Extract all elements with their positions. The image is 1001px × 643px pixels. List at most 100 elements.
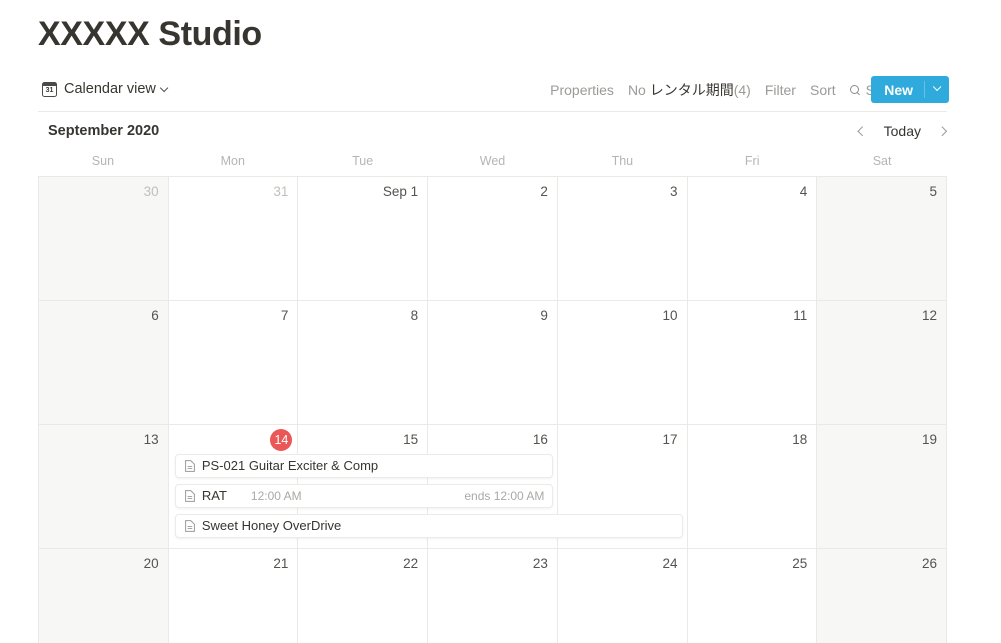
- previous-month-button[interactable]: [850, 119, 874, 143]
- calendar-day-cell[interactable]: 10: [557, 301, 688, 425]
- day-number: 9: [540, 308, 548, 323]
- day-number: 17: [662, 432, 678, 447]
- calendar-event-title: PS-021 Guitar Exciter & Comp: [201, 458, 379, 473]
- search-icon: [849, 84, 861, 96]
- calendar-day-cell[interactable]: 23: [428, 549, 558, 643]
- calendar-day-cell[interactable]: 2: [428, 177, 558, 301]
- view-tab-label: Calendar view: [64, 81, 156, 97]
- filter-chip-prefix: No: [627, 82, 650, 98]
- new-button-label: New: [884, 81, 913, 98]
- day-number: Sep 1: [382, 184, 419, 199]
- toolbar: 31 Calendar view Properties No レンタル期間(4)…: [0, 74, 1001, 106]
- filter-chip-count: (4): [733, 82, 751, 98]
- filter-chip-rental-period[interactable]: No レンタル期間(4): [621, 76, 758, 104]
- calendar-day-cell[interactable]: 3: [557, 177, 688, 301]
- calendar-week-row: 30 31 Sep 1 2 3 4 5: [39, 177, 947, 301]
- weekday-label-sun: Sun: [91, 154, 115, 168]
- chevron-right-icon: [936, 126, 947, 136]
- view-tab-calendar[interactable]: 31 Calendar view: [38, 76, 168, 102]
- filter-button[interactable]: Filter: [758, 76, 803, 104]
- day-number: 22: [403, 556, 419, 571]
- calendar-day-cell[interactable]: 5: [817, 177, 947, 301]
- calendar-day-cell[interactable]: 25: [687, 549, 818, 643]
- calendar-event[interactable]: RAT 12:00 AM ends 12:00 AM: [174, 484, 554, 508]
- weekday-label-tue: Tue: [352, 154, 374, 168]
- calendar-week-row: 6 7 8 9 10 11 12: [39, 301, 947, 425]
- weekday-label-thu: Thu: [611, 154, 634, 168]
- weekday-label-sat: Sat: [872, 154, 892, 168]
- document-icon: [184, 490, 195, 502]
- calendar-day-cell[interactable]: 6: [39, 301, 169, 425]
- weekday-label-mon: Mon: [220, 154, 245, 168]
- calendar-grid: 30 31 Sep 1 2 3 4 5 6 7 8 9 10 11 12 13 14 15 16 17 18 19 20 2…: [38, 176, 947, 643]
- calendar-day-cell[interactable]: 13: [39, 425, 169, 549]
- day-number: 8: [410, 308, 419, 323]
- today-date-badge: 14: [270, 429, 293, 451]
- day-number: 26: [921, 556, 937, 571]
- day-number: 16: [532, 432, 548, 447]
- day-number: 15: [403, 432, 419, 447]
- day-number: 23: [532, 556, 548, 571]
- new-button[interactable]: New: [871, 76, 949, 103]
- day-number: 10: [662, 308, 678, 323]
- calendar-day-cell[interactable]: 11: [687, 301, 818, 425]
- calendar-day-cell[interactable]: 19: [817, 425, 947, 549]
- calendar-event[interactable]: Sweet Honey OverDrive: [174, 514, 684, 538]
- calendar-event[interactable]: PS-021 Guitar Exciter & Comp: [174, 454, 554, 478]
- calendar-day-cell[interactable]: 12: [817, 301, 947, 425]
- document-icon: [184, 460, 195, 472]
- calendar-event-title: Sweet Honey OverDrive: [201, 518, 342, 533]
- today-button[interactable]: Today: [876, 118, 929, 144]
- calendar-day-cell[interactable]: 18: [687, 425, 818, 549]
- day-number: 11: [793, 308, 808, 323]
- calendar-day-cell[interactable]: 9: [428, 301, 558, 425]
- day-number: 24: [662, 556, 678, 571]
- sort-button[interactable]: Sort: [803, 76, 843, 104]
- filter-chip-name: レンタル期間: [649, 82, 734, 98]
- day-number: 21: [273, 556, 289, 571]
- calendar-day-cell[interactable]: 30: [39, 177, 169, 301]
- calendar-event-title: RAT: [201, 488, 227, 503]
- day-number: 31: [273, 184, 289, 199]
- day-number: 3: [670, 184, 678, 199]
- month-label: September 2020: [48, 123, 160, 139]
- calendar-day-cell[interactable]: 4: [687, 177, 818, 301]
- day-number: 2: [540, 184, 548, 199]
- calendar-day-cell[interactable]: 31: [168, 177, 299, 301]
- day-number: 13: [143, 432, 159, 447]
- day-number: 18: [792, 432, 808, 447]
- chevron-left-icon: [858, 126, 868, 136]
- calendar-day-cell[interactable]: 7: [168, 301, 299, 425]
- day-number: 12: [921, 308, 937, 323]
- page-title: XXXXX Studio: [38, 15, 262, 53]
- weekday-label-wed: Wed: [479, 154, 506, 168]
- day-number: 20: [143, 556, 159, 571]
- calendar-day-cell[interactable]: 24: [557, 549, 688, 643]
- weekday-label-fri: Fri: [744, 154, 760, 168]
- new-button-chevron-down-icon[interactable]: [925, 76, 949, 103]
- calendar-day-cell[interactable]: 21: [168, 549, 299, 643]
- calendar-day-cell[interactable]: 22: [298, 549, 429, 643]
- day-number: 25: [792, 556, 808, 571]
- calendar-day-cell[interactable]: 20: [39, 549, 169, 643]
- weekday-header-row: Sun Mon Tue Wed Thu Fri Sat: [38, 152, 947, 172]
- calendar-event-end-time: ends 12:00 AM: [464, 489, 545, 503]
- calendar-navigation: Today: [850, 118, 955, 144]
- day-number: 4: [799, 184, 808, 199]
- toolbar-divider: [38, 111, 947, 112]
- document-icon: [184, 520, 195, 532]
- calendar-day-cell[interactable]: 26: [817, 549, 947, 643]
- day-number: 7: [280, 308, 289, 323]
- properties-button[interactable]: Properties: [543, 76, 621, 104]
- calendar-day-cell[interactable]: 8: [298, 301, 429, 425]
- calendar-icon-text: 31: [45, 87, 54, 94]
- calendar-week-row: 20 21 22 23 24 25 26: [39, 549, 947, 643]
- calendar-day-cell[interactable]: Sep 1: [298, 177, 429, 301]
- calendar-event-start-time: 12:00 AM: [250, 489, 302, 503]
- day-number: 30: [143, 184, 159, 199]
- next-month-button[interactable]: [931, 119, 955, 143]
- calendar-icon: 31: [42, 81, 57, 97]
- day-number: 19: [921, 432, 937, 447]
- day-number: 6: [151, 308, 159, 323]
- day-number: 5: [929, 184, 937, 199]
